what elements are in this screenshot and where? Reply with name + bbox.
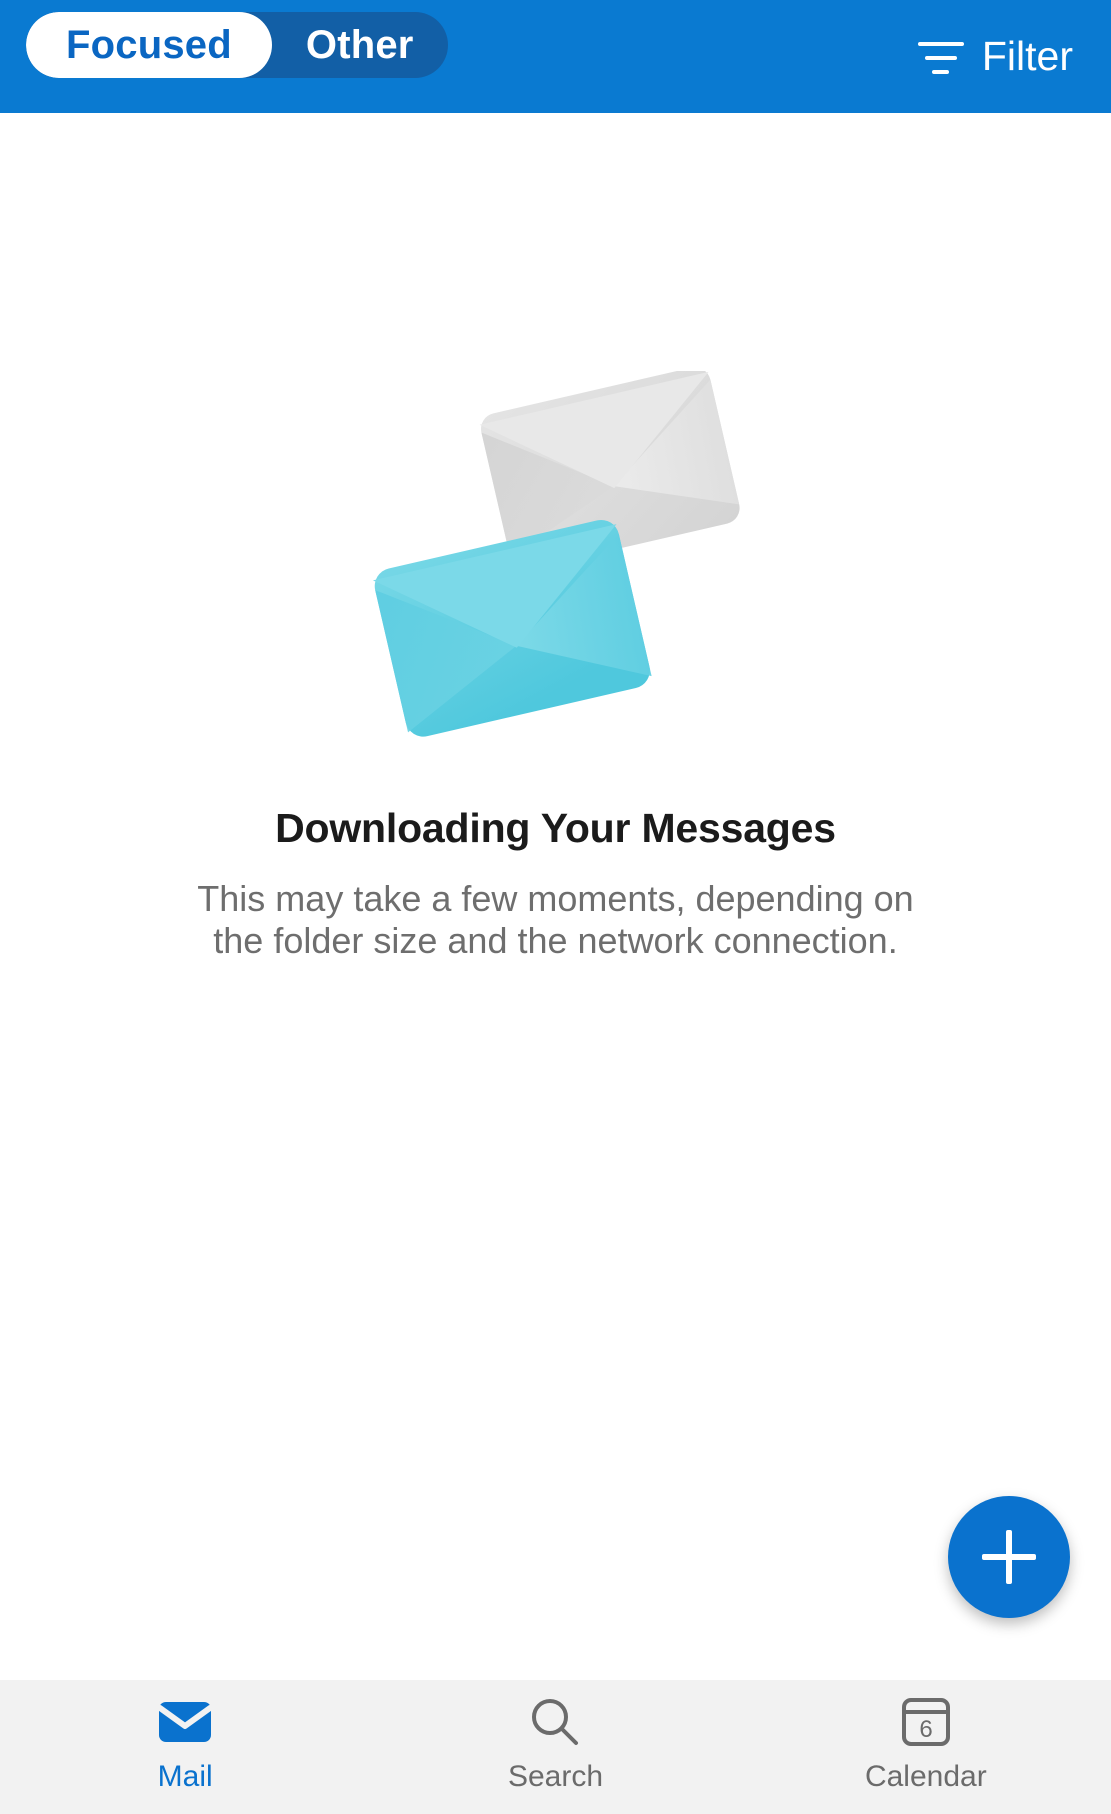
bottom-navigation: Mail Search 6 Calendar xyxy=(0,1680,1111,1814)
calendar-icon: 6 xyxy=(901,1694,951,1750)
filter-label: Filter xyxy=(981,33,1073,79)
empty-state-subtitle-line2: the folder size and the network connecti… xyxy=(213,919,898,961)
app-header: Focused Other Filter xyxy=(0,0,1111,113)
calendar-day-number: 6 xyxy=(919,1716,932,1743)
main-content: Downloading Your Messages This may take … xyxy=(0,113,1111,1680)
compose-button[interactable] xyxy=(948,1496,1070,1618)
nav-item-search[interactable]: Search xyxy=(370,1694,740,1794)
empty-state-subtitle-line1: This may take a few moments, depending o… xyxy=(197,878,914,919)
empty-state-subtitle: This may take a few moments, depending o… xyxy=(0,878,1111,962)
inbox-segmented-control[interactable]: Focused Other xyxy=(26,12,448,78)
plus-icon-vertical xyxy=(1006,1530,1012,1584)
segment-focused[interactable]: Focused xyxy=(26,12,272,78)
filter-button[interactable]: Filter xyxy=(917,0,1073,113)
nav-label-search: Search xyxy=(507,1760,604,1793)
nav-label-calendar: Calendar xyxy=(864,1760,987,1793)
two-envelopes-illustration xyxy=(346,371,766,751)
empty-state-title: Downloading Your Messages xyxy=(275,805,836,851)
mail-envelope-icon xyxy=(157,1694,214,1750)
nav-item-mail[interactable]: Mail xyxy=(0,1694,370,1794)
segment-other[interactable]: Other xyxy=(272,12,448,78)
outlook-mail-screen: Focused Other Filter Downloading Your Me… xyxy=(0,0,1111,1814)
nav-item-calendar[interactable]: 6 Calendar xyxy=(741,1694,1111,1794)
nav-label-mail: Mail xyxy=(157,1760,213,1793)
filter-icon xyxy=(917,40,964,74)
search-magnifier-icon xyxy=(529,1694,581,1750)
